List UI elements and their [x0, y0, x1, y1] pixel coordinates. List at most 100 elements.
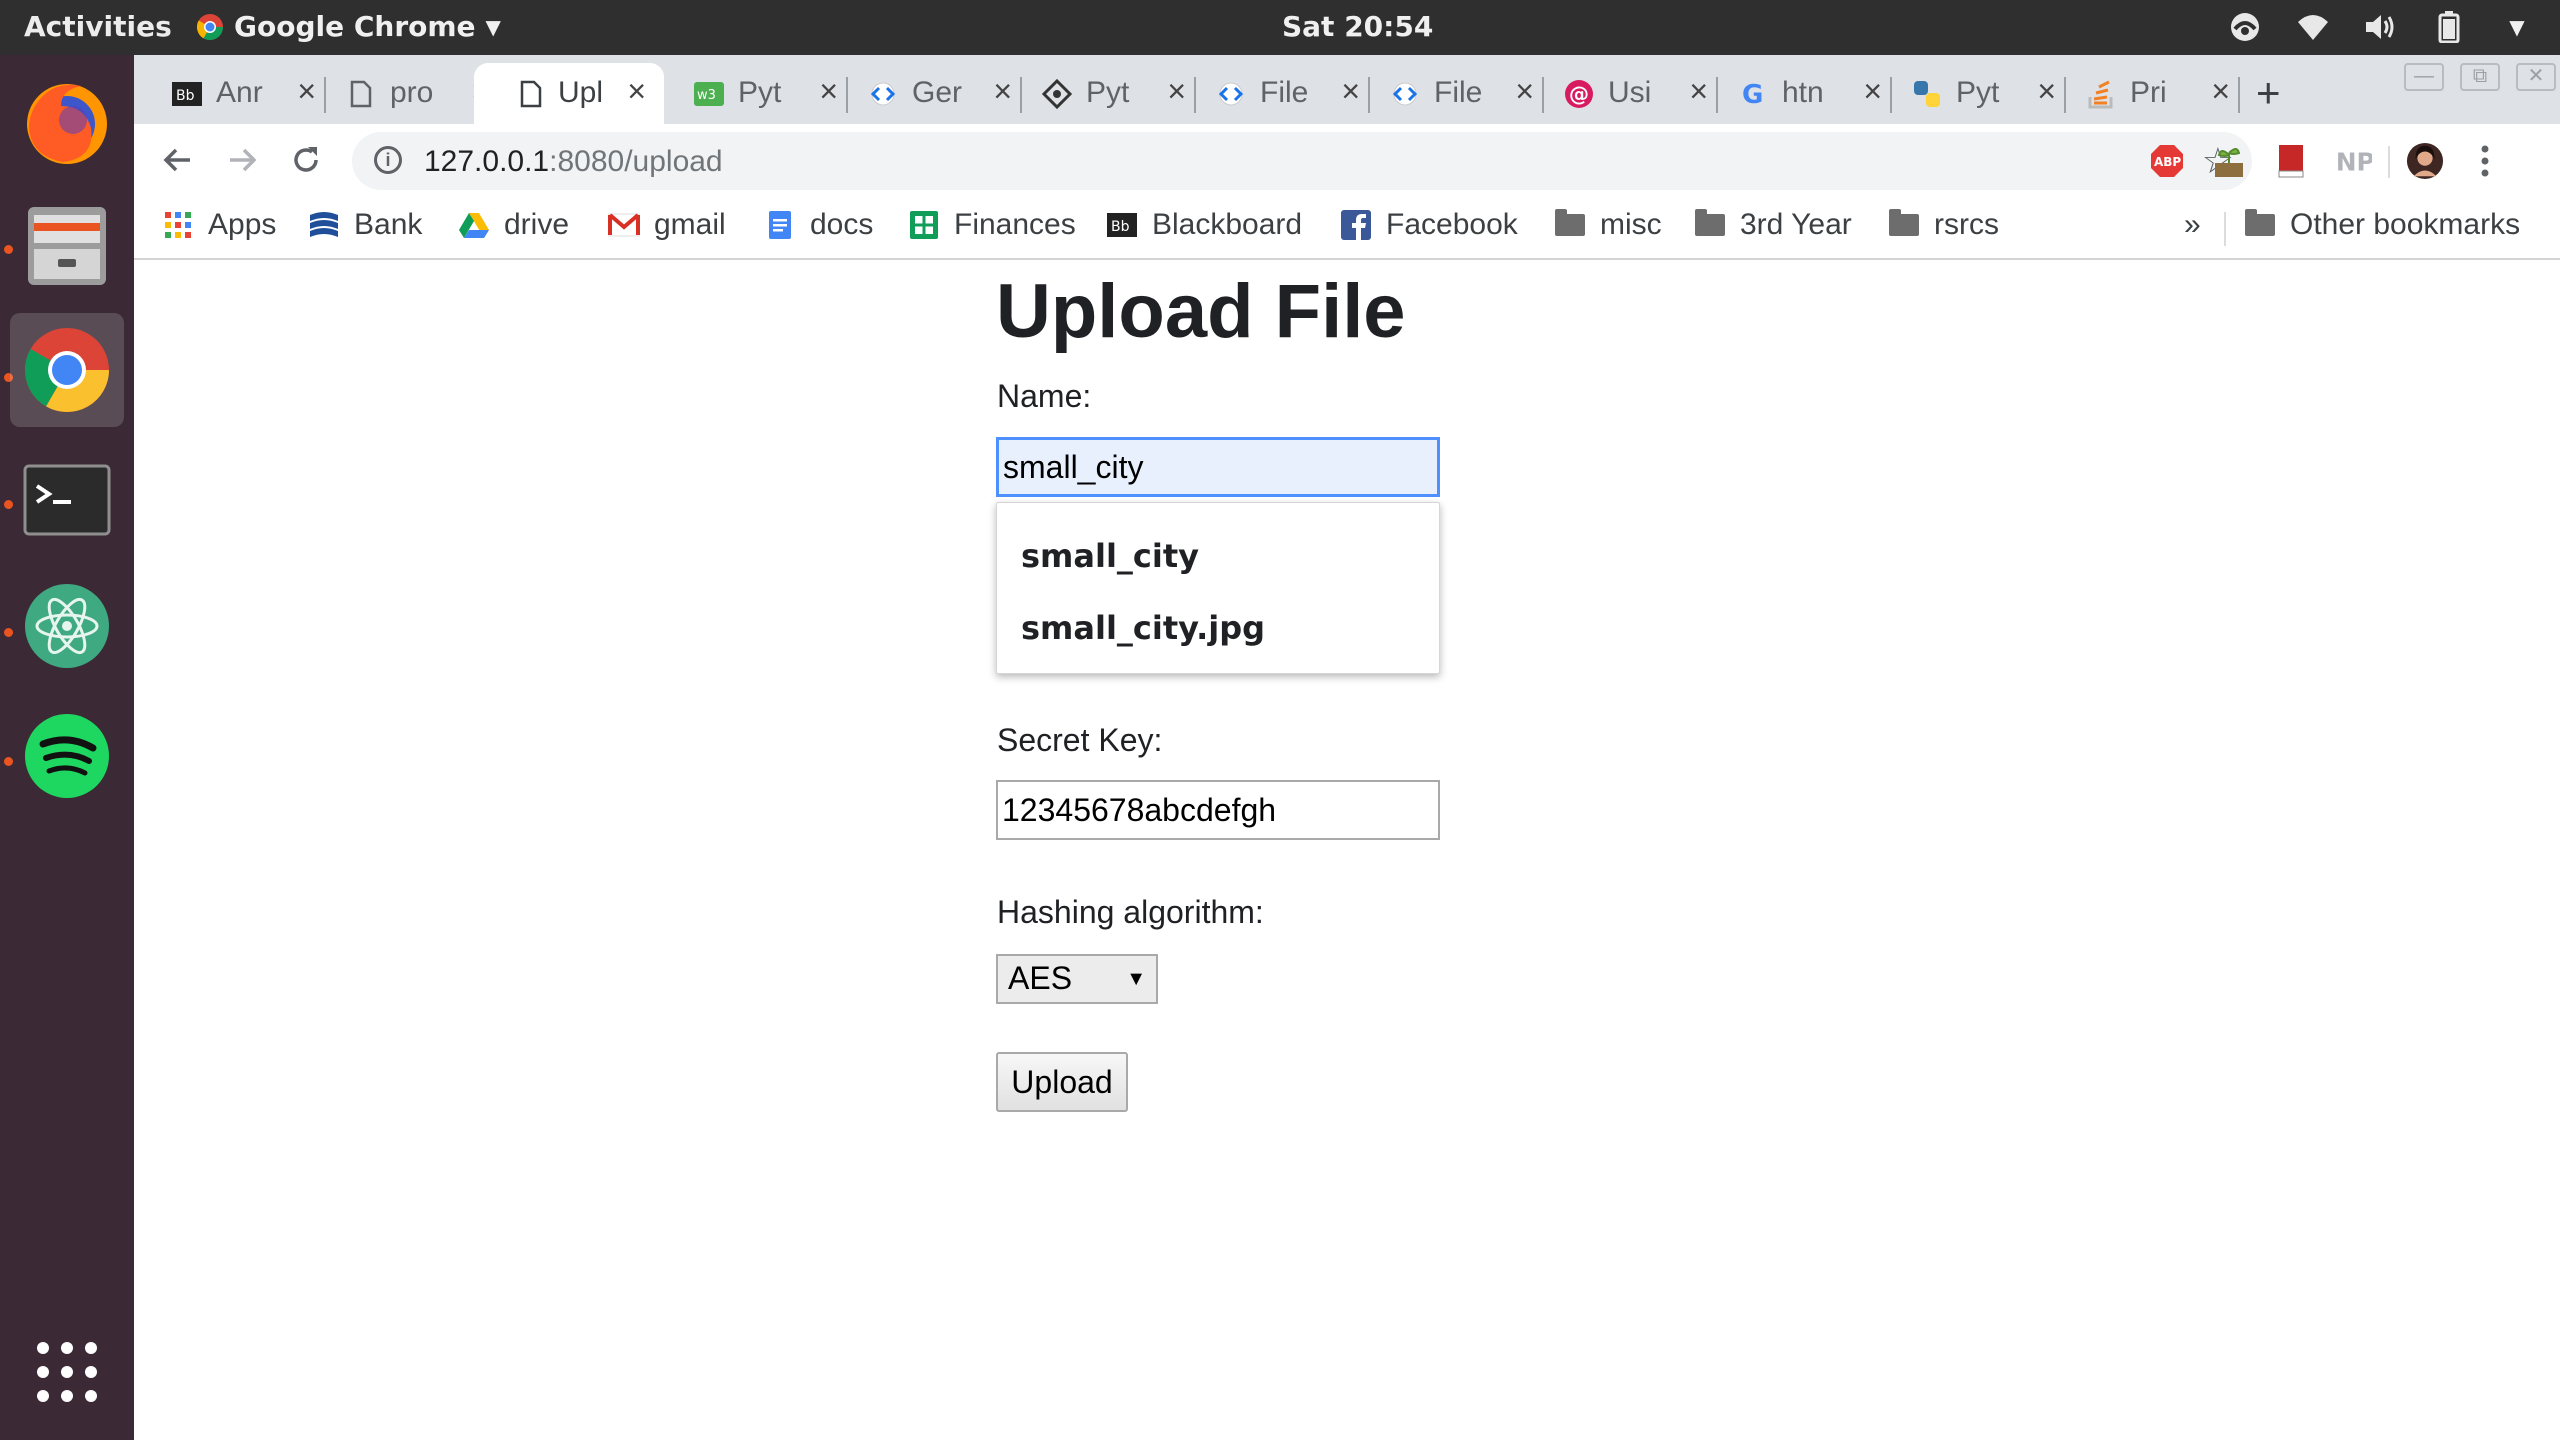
- red-book-extension-icon[interactable]: [2272, 142, 2310, 180]
- name-input[interactable]: [996, 437, 1440, 497]
- tab-title: Anr: [216, 76, 263, 109]
- bookmark-label: gmail: [654, 208, 726, 241]
- blackboard-icon: Bb: [172, 79, 202, 109]
- battery-icon[interactable]: [2432, 10, 2466, 44]
- tab-title: Usi: [1608, 76, 1652, 109]
- ubuntu-dock: [0, 55, 134, 1440]
- arrow-left-icon: [163, 148, 190, 172]
- code-icon: [1390, 79, 1420, 109]
- back-button[interactable]: [156, 138, 200, 182]
- bookmark-label: Facebook: [1386, 208, 1518, 241]
- url-text[interactable]: 127.0.0.1:8080/upload: [424, 145, 723, 179]
- tab[interactable]: G htn ×: [1700, 63, 1900, 124]
- other-bookmarks[interactable]: Other bookmarks: [2244, 208, 2520, 242]
- minimize-button[interactable]: —: [2404, 63, 2444, 91]
- bookmark-label: drive: [504, 208, 570, 241]
- upload-button[interactable]: Upload: [996, 1052, 1128, 1112]
- stackoverflow-icon: [2086, 79, 2116, 109]
- bookmark-apps[interactable]: Apps: [162, 208, 276, 242]
- tab-title: Pyt: [738, 76, 782, 109]
- reload-button[interactable]: [284, 138, 328, 182]
- dock-terminal[interactable]: [10, 443, 124, 557]
- volume-icon[interactable]: [2364, 10, 2398, 44]
- bookmark-folder-rsrcs[interactable]: rsrcs: [1888, 208, 1999, 242]
- chrome-menu-icon[interactable]: [2466, 142, 2504, 180]
- plant-extension-icon[interactable]: [2210, 142, 2248, 180]
- new-tab-button[interactable]: +: [2256, 69, 2281, 117]
- bookmark-folder-misc[interactable]: misc: [1554, 208, 1662, 242]
- np-extension-icon[interactable]: NP: [2334, 142, 2372, 180]
- code-icon: [868, 79, 898, 109]
- close-icon[interactable]: ×: [2211, 73, 2230, 110]
- tab[interactable]: Ger ×: [830, 63, 1030, 124]
- system-tray[interactable]: ▼: [2228, 10, 2534, 44]
- tab-title: htn: [1782, 76, 1824, 109]
- dock-files[interactable]: [10, 189, 124, 303]
- facebook-icon: [1340, 209, 1372, 241]
- app-name: Google Chrome: [234, 10, 476, 43]
- show-applications-button[interactable]: [10, 1315, 124, 1429]
- bookmark-blackboard[interactable]: Bb Blackboard: [1106, 208, 1302, 242]
- avatar[interactable]: [2406, 142, 2444, 180]
- dock-chrome[interactable]: [10, 313, 124, 427]
- file-cabinet-icon: [28, 207, 106, 285]
- system-update-icon[interactable]: [2228, 10, 2262, 44]
- tab-title: Pri: [2130, 76, 2167, 109]
- activities-button[interactable]: Activities: [24, 10, 172, 43]
- bookmark-label: misc: [1600, 208, 1662, 241]
- app-menu[interactable]: Google Chrome ▼: [196, 10, 501, 43]
- page-icon: [346, 79, 376, 109]
- tab[interactable]: File ×: [1352, 63, 1552, 124]
- wifi-icon[interactable]: [2296, 10, 2330, 44]
- bookmarks-bar: Apps Bank drive gmail docs Finances Bb B…: [134, 198, 2560, 260]
- url-path: :8080/upload: [549, 145, 723, 178]
- bookmark-label: rsrcs: [1934, 208, 1999, 241]
- info-icon[interactable]: i: [374, 146, 402, 174]
- adblock-plus-icon[interactable]: ABP: [2148, 142, 2186, 180]
- page-content: Upload File Name: small_city small_city.…: [134, 262, 2560, 1440]
- autocomplete-option[interactable]: small_city: [1021, 537, 1199, 575]
- bookmark-facebook[interactable]: Facebook: [1340, 208, 1518, 242]
- tab[interactable]: Pri ×: [2048, 63, 2248, 124]
- dock-spotify[interactable]: [10, 699, 124, 813]
- dock-firefox[interactable]: [10, 65, 124, 179]
- terminal-icon: [23, 464, 111, 536]
- tab-active[interactable]: Upl ×: [474, 63, 664, 124]
- tab[interactable]: Pyt ×: [1874, 63, 2074, 124]
- bookmark-finances[interactable]: Finances: [908, 208, 1076, 242]
- page-icon: [516, 79, 546, 109]
- bookmark-label: docs: [810, 208, 874, 241]
- hashing-algorithm-select[interactable]: AES ▼: [996, 954, 1158, 1004]
- tab-title: File: [1434, 76, 1483, 109]
- bookmark-drive[interactable]: drive: [458, 208, 569, 242]
- svg-text:ABP: ABP: [2154, 155, 2181, 169]
- tab[interactable]: Bb Anr ×: [134, 63, 334, 124]
- secret-key-input[interactable]: [996, 780, 1440, 840]
- close-window-button[interactable]: ✕: [2516, 63, 2556, 91]
- bookmark-bank[interactable]: Bank: [308, 208, 422, 242]
- bookmark-docs[interactable]: docs: [764, 208, 873, 242]
- bookmark-gmail[interactable]: gmail: [608, 208, 726, 242]
- tab[interactable]: w3 Pyt ×: [656, 63, 856, 124]
- bookmark-folder-3rd-year[interactable]: 3rd Year: [1694, 208, 1852, 242]
- tab[interactable]: @ Usi ×: [1526, 63, 1726, 124]
- close-icon[interactable]: ×: [627, 73, 646, 110]
- chrome-icon: [24, 328, 110, 413]
- clock[interactable]: Sat 20:54: [1282, 10, 1433, 43]
- forward-button[interactable]: [220, 138, 264, 182]
- drive-icon: [458, 209, 490, 241]
- folder-icon: [1554, 209, 1586, 241]
- tab-title: Upl: [558, 76, 604, 109]
- maximize-button[interactable]: ⧉: [2460, 63, 2500, 91]
- tab-title: pro: [390, 76, 434, 109]
- bookmarks-overflow-button[interactable]: »: [2184, 208, 2201, 242]
- address-bar[interactable]: i 127.0.0.1:8080/upload ☆: [352, 132, 2252, 190]
- tab[interactable]: File ×: [1178, 63, 1378, 124]
- sheets-icon: [908, 209, 940, 241]
- tab[interactable]: Pyt ×: [1004, 63, 1204, 124]
- autocomplete-option[interactable]: small_city.jpg: [1021, 609, 1265, 647]
- dock-atom[interactable]: [10, 569, 124, 683]
- power-menu-chevron-icon[interactable]: ▼: [2500, 10, 2534, 44]
- hashing-algorithm-label: Hashing algorithm:: [997, 894, 1264, 930]
- atom-icon: [25, 584, 109, 668]
